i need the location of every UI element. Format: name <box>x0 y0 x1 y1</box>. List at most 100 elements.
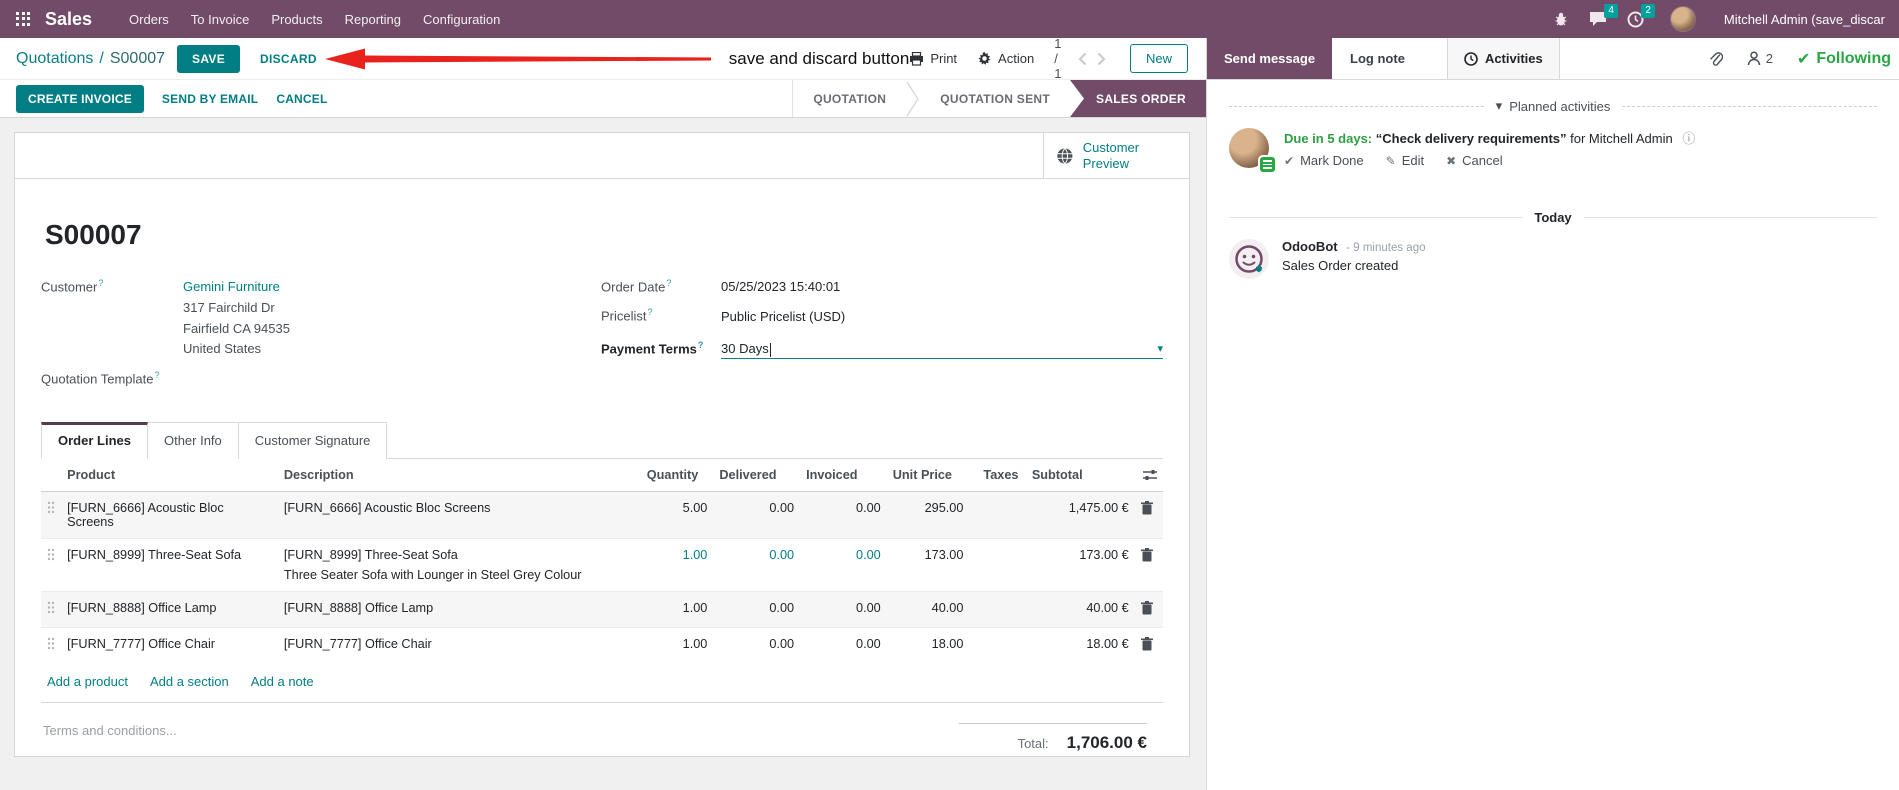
add-product-link[interactable]: Add a product <box>47 674 128 689</box>
info-icon[interactable]: ⓘ <box>1682 132 1695 147</box>
followers-button[interactable]: 2 <box>1747 51 1773 66</box>
column-quantity[interactable]: Quantity <box>640 458 714 492</box>
notebook-tabs: Order Lines Other Info Customer Signatur… <box>41 421 1163 459</box>
check-icon: ✔ <box>1796 49 1811 68</box>
following-button[interactable]: ✔ Following <box>1797 49 1891 68</box>
table-footer-links: Add a product Add a section Add a note <box>41 663 1163 703</box>
order-line-row[interactable]: [FURN_8888] Office Lamp [FURN_8888] Offi… <box>41 591 1163 628</box>
print-button[interactable]: Print <box>909 51 957 66</box>
add-section-link[interactable]: Add a section <box>150 674 229 689</box>
today-divider: Today <box>1229 210 1878 225</box>
payment-terms-input[interactable]: 30 Days ▾ <box>721 341 1163 359</box>
cell-delivered: 0.00 <box>769 500 795 515</box>
form-pane: Quotations / S00007 SAVE DISCARD save an… <box>0 36 1206 790</box>
column-invoiced[interactable]: Invoiced <box>800 458 887 492</box>
create-invoice-button[interactable]: CREATE INVOICE <box>16 84 144 113</box>
cell-description: [FURN_8888] Office Lamp <box>283 600 434 615</box>
customer-link[interactable]: Gemini Furniture <box>183 277 290 298</box>
add-note-link[interactable]: Add a note <box>251 674 314 689</box>
today-label: Today <box>1534 210 1572 225</box>
form-sheet: Customer Preview S00007 Customer? Gemini… <box>14 132 1190 757</box>
drag-handle-icon[interactable] <box>47 637 55 650</box>
tab-other-info[interactable]: Other Info <box>147 421 239 459</box>
optional-columns-icon[interactable] <box>1134 458 1163 492</box>
mark-done-button[interactable]: ✔ Mark Done <box>1284 153 1364 168</box>
pager-next-icon[interactable] <box>1097 52 1106 66</box>
action-button[interactable]: Action <box>977 51 1034 66</box>
cell-subtotal: 18.00 € <box>1086 636 1129 651</box>
statusbar-row: CREATE INVOICE SEND BY EMAIL CANCEL QUOT… <box>0 80 1206 118</box>
order-date-value[interactable]: 05/25/2023 15:40:01 <box>721 277 840 298</box>
customer-address-line3: United States <box>183 341 262 357</box>
column-taxes[interactable]: Taxes <box>969 458 1026 492</box>
log-note-button[interactable]: Log note <box>1332 38 1423 79</box>
annotation-text: save and discard button <box>728 48 910 68</box>
cell-subtotal: 40.00 € <box>1086 600 1129 615</box>
nav-item-configuration[interactable]: Configuration <box>412 2 511 37</box>
stage-quotation[interactable]: QUOTATION <box>793 80 906 117</box>
discard-button[interactable]: DISCARD <box>260 52 317 66</box>
column-product[interactable]: Product <box>61 458 278 492</box>
delete-row-icon[interactable] <box>1140 600 1153 615</box>
activities-button[interactable]: Activities <box>1446 38 1560 79</box>
order-line-row[interactable]: [FURN_8999] Three-Seat Sofa [FURN_8999] … <box>41 538 1163 591</box>
user-avatar[interactable] <box>1669 6 1696 32</box>
drag-handle-icon[interactable] <box>47 501 55 514</box>
column-description[interactable]: Description <box>277 458 641 492</box>
nav-item-to-invoice[interactable]: To Invoice <box>180 2 261 37</box>
cell-unit-price: 18.00 <box>931 636 964 651</box>
status-pipeline: QUOTATION QUOTATION SENT SALES ORDER <box>792 80 1206 117</box>
save-button[interactable]: SAVE <box>177 44 241 73</box>
pricelist-value[interactable]: Public Pricelist (USD) <box>721 307 845 328</box>
cancel-activity-button[interactable]: ✖ Cancel <box>1446 153 1503 168</box>
breadcrumb-quotations[interactable]: Quotations <box>16 50 93 68</box>
nav-item-products[interactable]: Products <box>260 2 333 37</box>
cell-quantity: 1.00 <box>682 636 708 651</box>
column-delivered[interactable]: Delivered <box>713 458 801 492</box>
activities-badge: 2 <box>1641 3 1655 18</box>
edit-activity-button[interactable]: ✎ Edit <box>1386 153 1424 168</box>
send-by-email-button[interactable]: SEND BY EMAIL <box>162 92 258 106</box>
pager-value: 1 / 1 <box>1054 36 1062 81</box>
apps-menu-icon[interactable] <box>16 11 31 27</box>
messages-icon[interactable]: 4 <box>1589 4 1618 27</box>
customer-preview-button[interactable]: Customer Preview <box>1043 133 1189 178</box>
message-body: Sales Order created <box>1282 258 1399 273</box>
nav-item-orders[interactable]: Orders <box>118 2 180 37</box>
cell-invoiced: 0.00 <box>856 600 881 615</box>
pencil-icon: ✎ <box>1385 153 1396 168</box>
cancel-button[interactable]: CANCEL <box>276 92 327 106</box>
message-author[interactable]: OdooBot <box>1282 239 1338 254</box>
new-button[interactable]: New <box>1129 44 1188 73</box>
debug-bug-icon[interactable] <box>1553 11 1569 27</box>
cell-delivered: 0.00 <box>769 547 795 562</box>
stage-sales-order[interactable]: SALES ORDER <box>1070 80 1206 117</box>
planned-activities-toggle[interactable]: ▾ Planned activities <box>1496 98 1611 114</box>
tab-customer-signature[interactable]: Customer Signature <box>238 421 388 459</box>
order-line-row[interactable]: [FURN_7777] Office Chair [FURN_7777] Off… <box>41 627 1163 663</box>
drag-handle-icon[interactable] <box>47 601 55 614</box>
terms-and-conditions-field[interactable]: Terms and conditions... <box>43 723 177 753</box>
column-subtotal[interactable]: Subtotal <box>1025 458 1135 492</box>
tab-order-lines[interactable]: Order Lines <box>41 421 148 459</box>
user-name[interactable]: Mitchell Admin (save_discar <box>1724 12 1885 27</box>
delete-row-icon[interactable] <box>1140 636 1153 651</box>
column-unit-price[interactable]: Unit Price <box>886 458 970 492</box>
followers-person-icon <box>1747 51 1760 66</box>
chatter-panel: Send message Log note Activities 2 ✔ Fol… <box>1206 38 1899 790</box>
pager-previous-icon[interactable] <box>1078 52 1087 66</box>
nav-item-reporting[interactable]: Reporting <box>334 2 412 37</box>
drag-handle-icon[interactable] <box>47 548 55 561</box>
order-line-row[interactable]: [FURN_6666] Acoustic Bloc Screens [FURN_… <box>41 491 1163 539</box>
send-message-button[interactable]: Send message <box>1207 38 1333 79</box>
attach-files-button[interactable] <box>1708 51 1723 67</box>
dropdown-caret-icon[interactable]: ▾ <box>1157 342 1163 355</box>
delete-row-icon[interactable] <box>1140 500 1153 515</box>
cell-product: [FURN_6666] Acoustic Bloc Screens <box>67 500 224 529</box>
stage-quotation-sent[interactable]: QUOTATION SENT <box>920 80 1070 117</box>
activities-clock-icon[interactable]: 2 <box>1627 3 1655 28</box>
payment-terms-label: Payment Terms? <box>601 339 704 356</box>
delete-row-icon[interactable] <box>1140 547 1153 562</box>
odoobot-avatar[interactable] <box>1229 239 1269 279</box>
app-name[interactable]: Sales <box>45 9 92 30</box>
